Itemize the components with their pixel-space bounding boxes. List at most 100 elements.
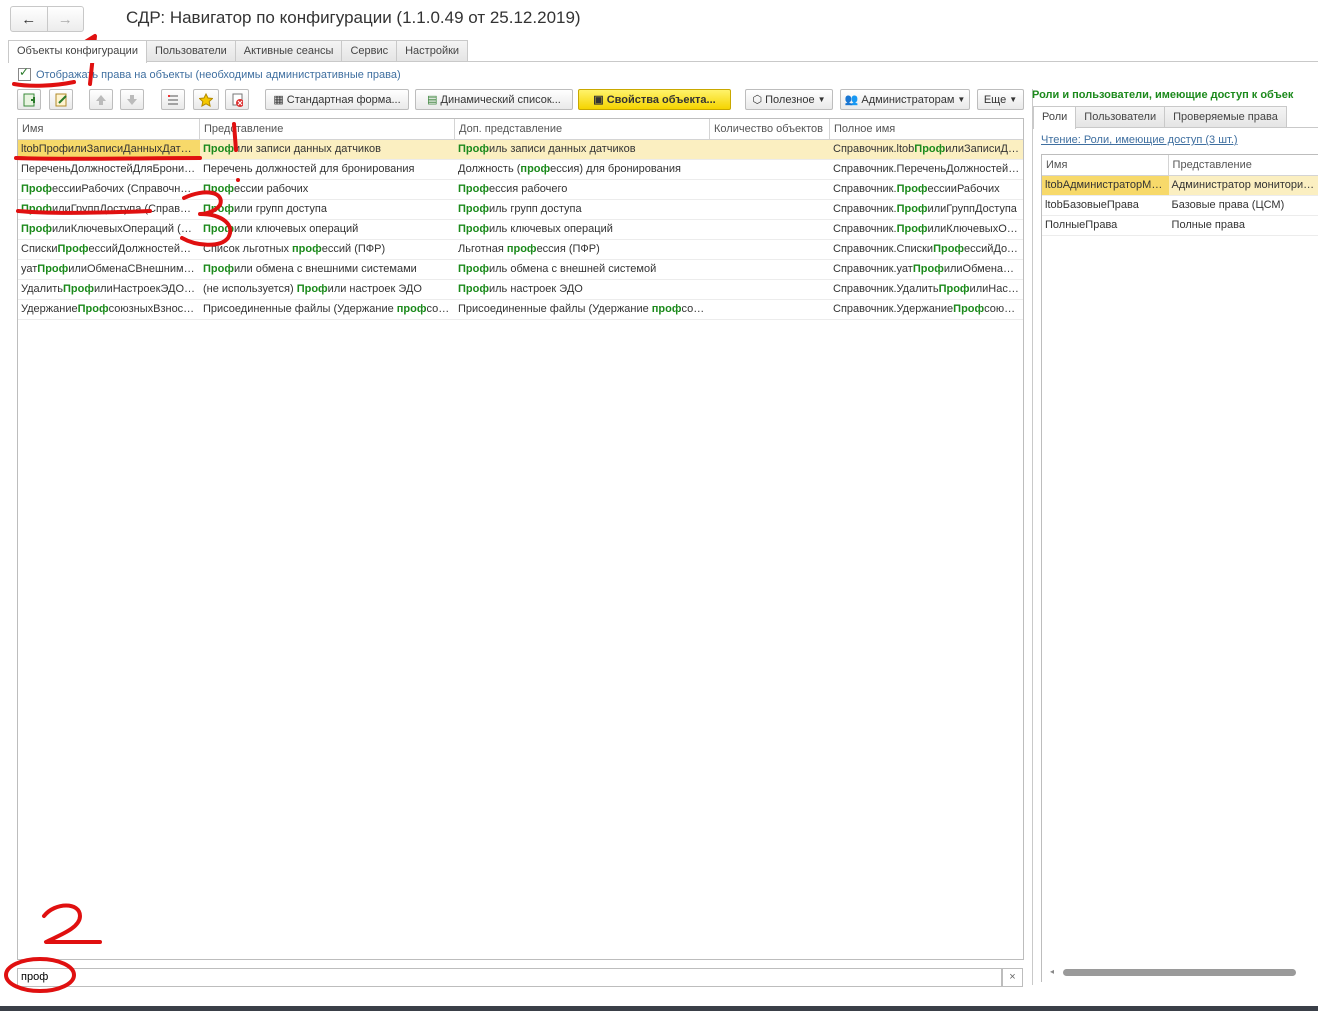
col-header-extra-representation[interactable]: Доп. представление: [455, 119, 710, 139]
table-row[interactable]: ПрофилиКлючевыхОпераций (С… Профили ключе…: [18, 220, 1023, 240]
edit-icon[interactable]: [49, 89, 73, 110]
properties-icon: ▣: [593, 94, 604, 106]
move-down-icon[interactable]: [120, 89, 144, 110]
table-cell: Справочник.уатПрофилиОбменаСВ…: [833, 263, 1023, 275]
table-row[interactable]: УдержаниеПрофсоюзныхВзнос… Присоединенные…: [18, 300, 1023, 320]
table-cell: Профили записи данных датчиков: [203, 143, 381, 155]
tab-config-objects[interactable]: Объекты конфигурации: [8, 40, 147, 63]
table-cell: Справочник.УдалитьПрофилиНаст…: [833, 283, 1023, 295]
object-properties-button[interactable]: ▣ Свойства объекта...: [578, 89, 731, 110]
table-cell: ПереченьДолжностейДляБрони…: [21, 163, 196, 175]
roles-cell: ltobАдминистраторМо…: [1042, 176, 1169, 195]
clear-search-icon[interactable]: ×: [1002, 968, 1023, 987]
col-header-representation[interactable]: Представление: [200, 119, 455, 139]
dropdown-arrow-icon: ▼: [1009, 95, 1018, 104]
scroll-left-icon[interactable]: ◂: [1050, 967, 1054, 976]
table-cell: [710, 260, 830, 279]
tab-users[interactable]: Пользователи: [145, 40, 236, 62]
table-header: Имя Представление Доп. представление Кол…: [18, 119, 1023, 140]
table-cell: Справочник.ПрофилиГруппДоступа: [833, 203, 1017, 215]
list-icon: ▤: [427, 94, 438, 106]
match-highlight: Проф: [458, 283, 489, 295]
match-highlight: Проф: [203, 183, 234, 195]
tab-access-users[interactable]: Пользователи: [1075, 106, 1166, 128]
match-highlight: Проф: [938, 283, 970, 295]
tab-checked-rights[interactable]: Проверяемые права: [1164, 106, 1287, 128]
roles-table-body: ltobАдминистраторМо… Администратор монито…: [1042, 176, 1318, 236]
administrators-dropdown[interactable]: 👥 Администраторам ▼: [840, 89, 970, 110]
match-highlight: Проф: [37, 263, 69, 275]
read-roles-link[interactable]: Чтение: Роли, имеющие доступ (3 шт.): [1041, 134, 1238, 146]
table-cell: [710, 200, 830, 219]
col-header-full-name[interactable]: Полное имя: [830, 119, 1023, 139]
table-cell: ПрофилиГруппДоступа (Справо…: [21, 203, 198, 215]
dynamic-list-label: Динамический список...: [440, 93, 561, 106]
roles-row[interactable]: ПолныеПрава Полные права: [1042, 216, 1318, 236]
table-cell: Профессии рабочих: [203, 183, 309, 195]
more-label: Еще: [983, 93, 1007, 106]
roles-cell: ПолныеПрава: [1045, 219, 1118, 231]
delete-mark-icon[interactable]: [225, 89, 249, 110]
table-cell: Справочник.ПрофилиКлючевыхОп…: [833, 223, 1023, 235]
forward-arrow-icon[interactable]: →: [48, 7, 84, 31]
table-icon: ▦: [273, 94, 284, 106]
back-arrow-icon[interactable]: ←: [11, 7, 48, 31]
move-up-icon[interactable]: [89, 89, 113, 110]
horizontal-scrollbar[interactable]: [1063, 969, 1296, 976]
match-highlight: Проф: [21, 183, 52, 195]
match-highlight: проф: [651, 303, 682, 315]
tab-service[interactable]: Сервис: [341, 40, 398, 62]
table-cell: Профиль групп доступа: [458, 203, 582, 215]
tab-roles[interactable]: Роли: [1033, 106, 1077, 129]
roles-table: Имя Представление ltobАдминистраторМо… Ад…: [1041, 154, 1318, 982]
show-rights-checkbox[interactable]: [18, 65, 31, 81]
match-highlight: Проф: [203, 143, 234, 155]
table-cell: [710, 280, 830, 299]
match-highlight: Проф: [458, 183, 489, 195]
col-header-name[interactable]: Имя: [18, 119, 200, 139]
match-highlight: Проф: [296, 283, 328, 295]
more-dropdown[interactable]: Еще ▼: [977, 89, 1024, 110]
table-cell: Справочник.ПереченьДолжностей…: [833, 163, 1020, 175]
table-cell: СпискиПрофессийДолжностейЛ…: [21, 243, 199, 255]
match-highlight: Проф: [896, 203, 928, 215]
useful-dropdown[interactable]: ⬡ Полезное ▼: [745, 89, 833, 110]
roles-row[interactable]: ltobБазовыеПрава Базовые права (ЦСМ): [1042, 196, 1318, 216]
tab-active-sessions[interactable]: Активные сеансы: [234, 40, 343, 62]
favorite-star-icon[interactable]: [193, 89, 219, 110]
table-row[interactable]: ПрофилиГруппДоступа (Справо… Профили груп…: [18, 200, 1023, 220]
users-icon: 👥: [844, 94, 859, 106]
table-row[interactable]: УдалитьПрофилиНастроекЭДО … (не используе…: [18, 280, 1023, 300]
match-highlight: Проф: [953, 303, 985, 315]
table-row[interactable]: СпискиПрофессийДолжностейЛ… Список льготн…: [18, 240, 1023, 260]
table-row[interactable]: ltobПрофилиЗаписиДанныхДатч… Профили запи…: [18, 140, 1023, 160]
standard-form-button[interactable]: ▦ Стандартная форма...: [265, 89, 409, 110]
table-row[interactable]: уатПрофилиОбменаСВнешними… Профили обмена…: [18, 260, 1023, 280]
roles-col-representation[interactable]: Представление: [1169, 155, 1318, 175]
add-copy-icon[interactable]: [17, 89, 41, 110]
table-cell: Присоединенные файлы (Удержание профсо…: [458, 303, 705, 315]
match-highlight: проф: [506, 243, 537, 255]
col-header-object-count[interactable]: Количество объектов: [710, 119, 830, 139]
table-row[interactable]: ПереченьДолжностейДляБрони… Перечень долж…: [18, 160, 1023, 180]
match-highlight: Проф: [57, 243, 89, 255]
list-settings-icon[interactable]: [161, 89, 185, 110]
dynamic-list-button[interactable]: ▤ Динамический список...: [415, 89, 573, 110]
table-cell: уатПрофилиОбменаСВнешними…: [21, 263, 200, 275]
roles-table-header: Имя Представление: [1042, 155, 1318, 176]
match-highlight: Проф: [914, 143, 946, 155]
match-highlight: Проф: [458, 203, 489, 215]
roles-row[interactable]: ltobАдминистраторМо… Администратор монито…: [1042, 176, 1318, 196]
taskbar-strip: [0, 1006, 1318, 1011]
match-highlight: Проф: [77, 303, 109, 315]
roles-col-name[interactable]: Имя: [1042, 155, 1169, 175]
match-highlight: проф: [520, 163, 551, 175]
show-rights-label[interactable]: Отображать права на объекты (необходимы …: [36, 69, 401, 81]
table-cell: ltobПрофилиЗаписиДанныхДатч…: [18, 140, 200, 159]
annotation-underline-checkbox: [12, 80, 76, 88]
match-highlight: Проф: [203, 223, 234, 235]
table-cell: ПрофилиКлючевыхОпераций (С…: [21, 223, 200, 235]
tab-settings[interactable]: Настройки: [396, 40, 469, 62]
table-row[interactable]: ПрофессииРабочих (Справочн… Профессии раб…: [18, 180, 1023, 200]
search-input[interactable]: проф: [17, 968, 1002, 987]
